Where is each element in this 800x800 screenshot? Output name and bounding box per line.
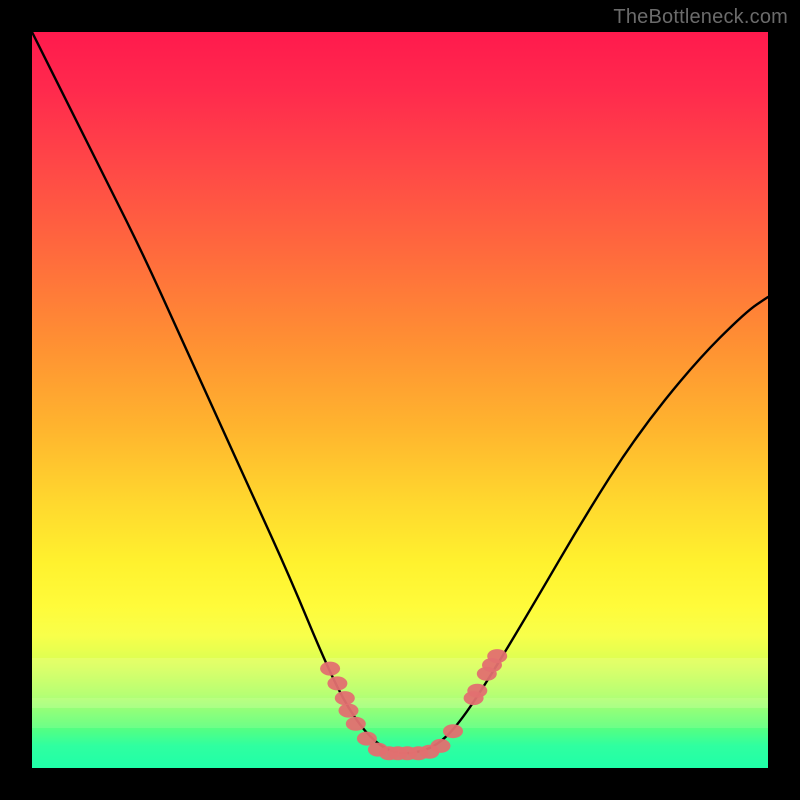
chart-frame: TheBottleneck.com xyxy=(0,0,800,800)
plot-area xyxy=(32,32,768,768)
highlight-markers xyxy=(32,32,768,768)
watermark-label: TheBottleneck.com xyxy=(613,6,788,29)
